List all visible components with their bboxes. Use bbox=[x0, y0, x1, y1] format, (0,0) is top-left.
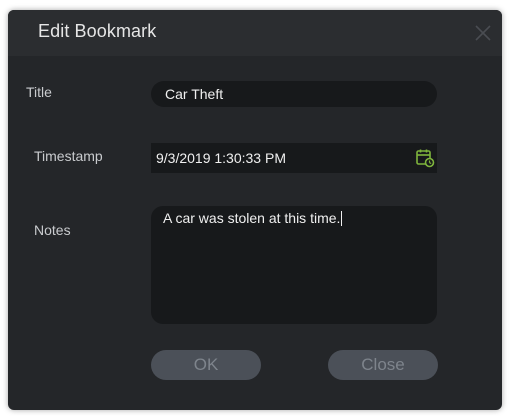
close-button[interactable]: Close bbox=[328, 350, 438, 380]
notes-label: Notes bbox=[34, 222, 71, 238]
ok-button[interactable]: OK bbox=[151, 350, 261, 380]
timestamp-label: Timestamp bbox=[34, 148, 103, 164]
close-icon[interactable] bbox=[472, 22, 494, 44]
title-input[interactable]: Car Theft bbox=[151, 81, 437, 107]
notes-textarea-value: A car was stolen at this time. bbox=[163, 210, 341, 226]
timestamp-input-value: 9/3/2019 1:30:33 PM bbox=[156, 150, 286, 166]
dialog-title: Edit Bookmark bbox=[38, 21, 157, 41]
edit-bookmark-dialog: Edit Bookmark Title Car Theft Timestamp … bbox=[8, 10, 502, 410]
title-label: Title bbox=[26, 84, 52, 100]
calendar-clock-icon[interactable] bbox=[415, 148, 435, 168]
text-caret bbox=[341, 211, 343, 226]
timestamp-input[interactable]: 9/3/2019 1:30:33 PM bbox=[151, 143, 437, 173]
notes-textarea[interactable]: A car was stolen at this time. bbox=[151, 206, 437, 324]
title-input-value: Car Theft bbox=[165, 86, 224, 102]
dialog-titlebar: Edit Bookmark bbox=[8, 10, 502, 56]
